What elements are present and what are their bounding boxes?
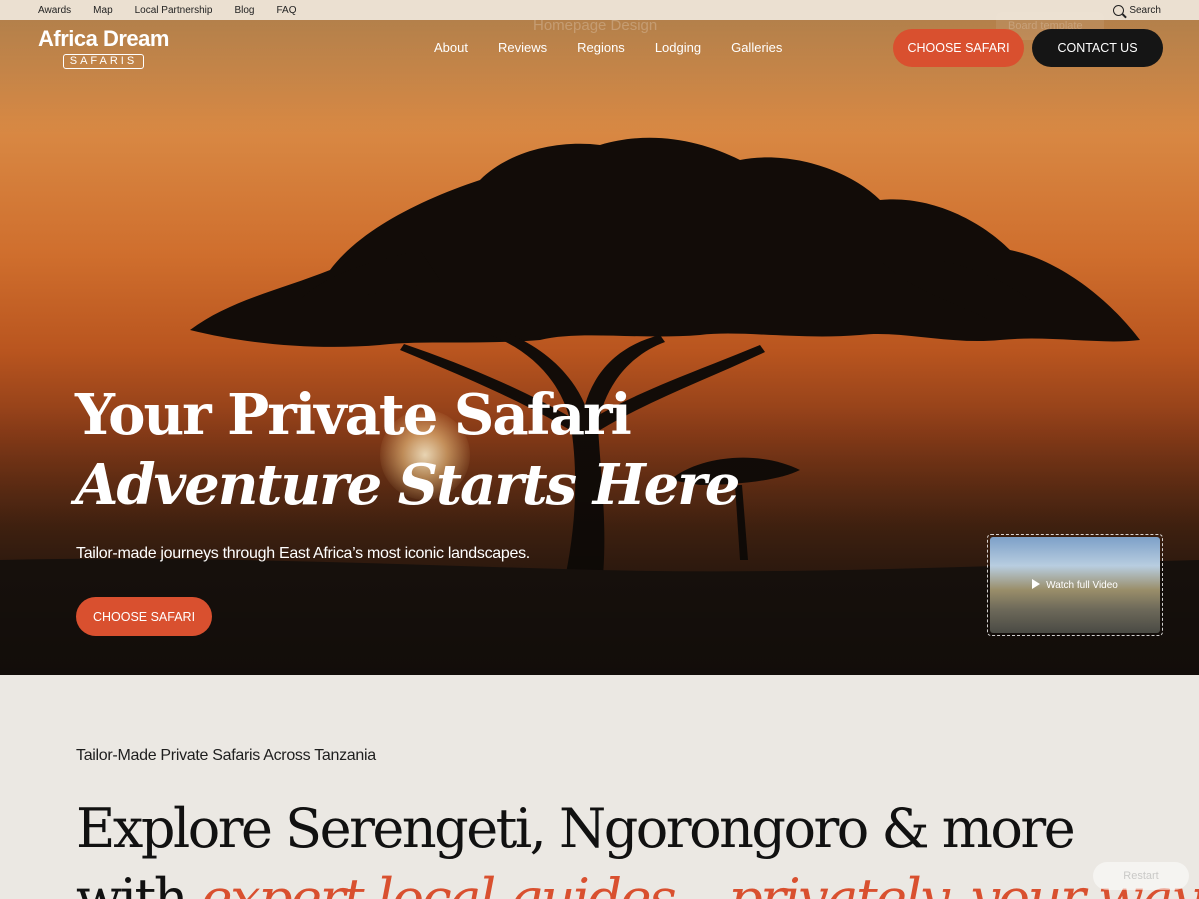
choose-safari-header-button[interactable]: CHOOSE SAFARI bbox=[893, 29, 1024, 67]
main-nav: About Reviews Regions Lodging Galleries bbox=[434, 40, 782, 55]
logo-subtitle: SAFARIS bbox=[62, 54, 145, 69]
logo-wordmark: Africa Dream bbox=[38, 26, 169, 51]
hero-title-line2: Adventure Starts Here bbox=[75, 452, 740, 518]
util-link-awards[interactable]: Awards bbox=[38, 5, 71, 16]
intro-eyebrow: Tailor-Made Private Safaris Across Tanza… bbox=[76, 747, 376, 764]
search-button[interactable]: Search bbox=[1113, 4, 1161, 16]
hero-section: Homepage Design Board template Awards Ma… bbox=[0, 0, 1199, 675]
nav-item-lodging[interactable]: Lodging bbox=[655, 40, 701, 55]
intro-heading-line2: with expert local guides – privately, yo… bbox=[76, 863, 1199, 899]
intro-section: Tailor-Made Private Safaris Across Tanza… bbox=[0, 675, 1199, 899]
util-link-map[interactable]: Map bbox=[93, 5, 112, 16]
utility-bar: Awards Map Local Partnership Blog FAQ Se… bbox=[0, 0, 1199, 20]
intro-heading-prefix: with bbox=[76, 867, 201, 899]
intro-heading-line1: Explore Serengeti, Ngorongoro & more bbox=[76, 797, 1076, 860]
search-icon bbox=[1113, 4, 1125, 16]
nav-item-reviews[interactable]: Reviews bbox=[498, 40, 547, 55]
watch-video-label: Watch full Video bbox=[1046, 580, 1118, 591]
play-icon bbox=[1032, 579, 1041, 589]
video-thumbnail[interactable]: Watch full Video bbox=[987, 534, 1163, 636]
util-link-local-partnership[interactable]: Local Partnership bbox=[135, 5, 213, 16]
site-logo[interactable]: Africa Dream SAFARIS bbox=[38, 27, 169, 69]
nav-item-regions[interactable]: Regions bbox=[577, 40, 625, 55]
util-link-faq[interactable]: FAQ bbox=[276, 5, 296, 16]
nav-item-about[interactable]: About bbox=[434, 40, 468, 55]
restart-button[interactable]: Restart bbox=[1093, 862, 1189, 890]
nav-item-galleries[interactable]: Galleries bbox=[731, 40, 782, 55]
hero-title: Your Private Safari Adventure Starts Her… bbox=[75, 380, 740, 520]
hero-subtitle: Tailor-made journeys through East Africa… bbox=[76, 545, 530, 562]
util-link-blog[interactable]: Blog bbox=[234, 5, 254, 16]
hero-title-line1: Your Private Safari bbox=[75, 382, 632, 448]
contact-us-button[interactable]: CONTACT US bbox=[1032, 29, 1163, 67]
choose-safari-hero-button[interactable]: CHOOSE SAFARI bbox=[76, 597, 212, 636]
intro-heading-accent: expert local guides – privately, your wa… bbox=[200, 867, 1199, 899]
search-label: Search bbox=[1129, 4, 1161, 16]
